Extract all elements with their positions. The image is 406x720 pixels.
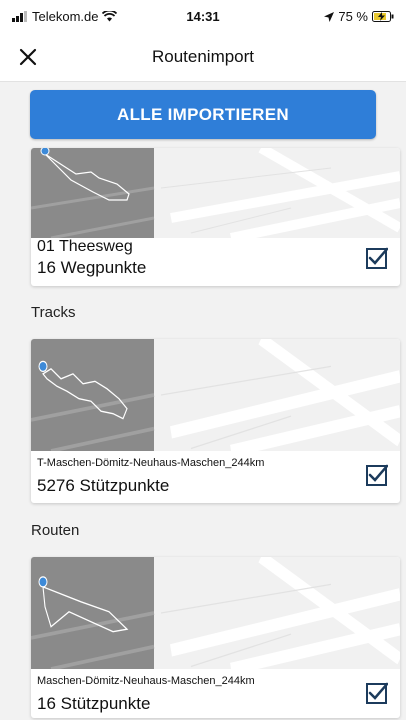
status-right: 75 %	[324, 9, 394, 24]
battery-percent: 75 %	[338, 9, 368, 24]
route-point-count: 16 Stützpunkte	[37, 694, 151, 713]
route-card[interactable]: Maschen-Dömitz-Neuhaus-Maschen_244km 16 …	[31, 557, 400, 718]
section-title-routes: Routen	[31, 522, 80, 539]
location-arrow-icon	[324, 11, 335, 22]
track-point-count: 5276 Stützpunkte	[37, 476, 170, 495]
waypoint-card[interactable]: 01 Theesweg 16 Wegpunkte	[31, 148, 400, 286]
waypoint-name: 01 Theesweg	[37, 238, 133, 255]
navigation-bar: Routenimport	[0, 32, 406, 82]
waypoint-map-thumbnail	[31, 148, 400, 238]
track-name: T-Maschen-Dömitz-Neuhaus-Maschen_244km	[37, 457, 265, 469]
battery-charging-icon	[372, 11, 394, 22]
page-title: Routenimport	[151, 47, 255, 66]
section-title-tracks: Tracks	[31, 304, 76, 321]
route-map-thumbnail	[31, 557, 400, 669]
track-card[interactable]: T-Maschen-Dömitz-Neuhaus-Maschen_244km 5…	[31, 339, 400, 503]
waypoint-count: 16 Wegpunkte	[37, 258, 147, 277]
import-all-button[interactable]: ALLE IMPORTIEREN	[30, 90, 376, 139]
checkbox-checked-icon[interactable]	[366, 464, 388, 486]
status-bar: Telekom.de 14:31 75 %	[0, 0, 406, 32]
checkbox-checked-icon[interactable]	[366, 247, 388, 269]
route-name: Maschen-Dömitz-Neuhaus-Maschen_244km	[37, 675, 255, 687]
track-map-thumbnail	[31, 339, 400, 451]
checkbox-checked-icon[interactable]	[366, 682, 388, 704]
